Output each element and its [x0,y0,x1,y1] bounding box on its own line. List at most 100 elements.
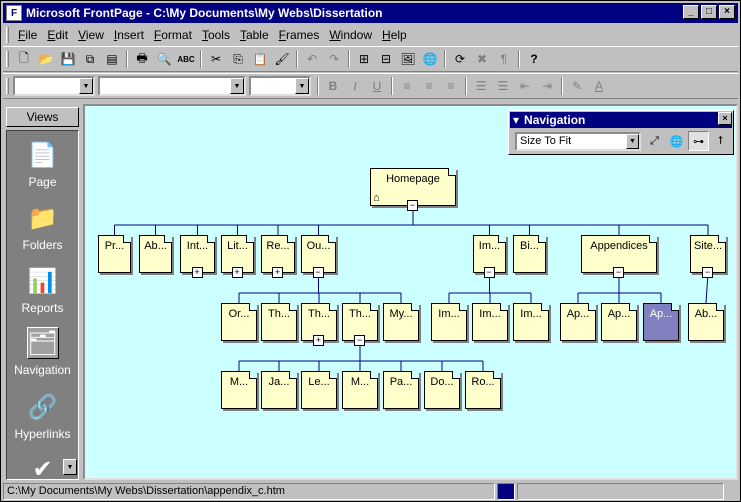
navigation-toolbar-title-bar[interactable]: ▾ Navigation [510,112,732,128]
up-level-icon[interactable]: ⭡ [710,131,731,151]
insert-picture-icon[interactable]: 🖼 [397,49,419,70]
insert-component-icon[interactable]: ⊞ [353,49,375,70]
menu-insert[interactable]: Insert [109,28,149,42]
expand-icon[interactable]: + [231,267,243,278]
page-node[interactable]: Ro... [465,371,501,409]
font-size-select[interactable]: ▼ [249,76,311,96]
frontpage-app-icon[interactable]: F [6,5,22,21]
menu-file[interactable]: File [13,28,42,42]
chevron-down-icon[interactable]: ▼ [295,78,309,94]
decrease-indent-icon[interactable]: ⇤ [514,76,536,97]
font-color-icon[interactable]: A [588,76,610,97]
insert-table-icon[interactable]: ⊟ [375,49,397,70]
page-node[interactable]: Im... [513,303,549,341]
publish-web-icon[interactable]: ⧉ [79,49,101,70]
collapse-icon[interactable]: − [613,267,624,278]
preview-icon[interactable]: 🔍 [153,49,175,70]
expand-icon[interactable]: + [191,267,203,278]
title-bar[interactable]: F Microsoft FrontPage - C:\My Documents\… [3,3,738,23]
close-icon[interactable]: × [718,112,732,125]
page-node[interactable]: Ab... [688,303,724,341]
cut-icon[interactable]: ✂ [205,49,227,70]
page-node[interactable]: My... [383,303,419,341]
minimize-button[interactable]: _ [683,5,699,19]
align-right-icon[interactable]: ≡ [440,76,462,97]
collapse-icon[interactable]: − [483,267,495,278]
increase-indent-icon[interactable]: ⇥ [536,76,558,97]
collapse-icon[interactable]: − [407,200,418,211]
numbered-list-icon[interactable]: ☰ [470,76,492,97]
format-painter-icon[interactable]: 🖌 [271,49,293,70]
portrait-landscape-icon[interactable]: ⊶ [688,131,709,151]
menu-window[interactable]: Window [324,28,377,42]
bold-button[interactable]: B [322,76,344,97]
expand-icon[interactable]: + [313,335,324,346]
menu-triangle-icon[interactable]: ▾ [513,112,519,128]
expand-icon[interactable]: + [272,267,283,278]
font-select[interactable]: ▼ [98,76,246,96]
italic-button[interactable]: I [344,76,366,97]
close-button[interactable]: × [719,5,735,19]
menubar-grip[interactable] [6,27,9,43]
chevron-down-icon[interactable]: ▼ [230,78,244,94]
open-folder-icon[interactable]: 📂 [35,49,57,70]
print-icon[interactable]: 🖶 [131,49,153,70]
new-page-icon[interactable]: 🗋 [13,49,35,70]
stop-icon[interactable]: ✖ [471,49,493,70]
view-page[interactable]: 📄 Page [7,139,78,190]
redo-icon[interactable]: ↷ [323,49,345,70]
page-node[interactable]: Ap... [601,303,637,341]
page-node[interactable]: Ap... [560,303,596,341]
page-node[interactable]: Im... [472,303,508,341]
page-node[interactable]: Th... [261,303,297,341]
refresh-icon[interactable]: ⟳ [449,49,471,70]
menu-view[interactable]: View [73,28,109,42]
toolbar-grip[interactable] [6,78,9,94]
view-navigation[interactable]: 🗂 Navigation [7,327,78,377]
menu-table[interactable]: Table [235,28,274,42]
page-node[interactable]: Ap... [643,303,679,341]
bullet-list-icon[interactable]: ☰ [492,76,514,97]
underline-button[interactable]: U [366,76,388,97]
copy-icon[interactable]: ⎘ [227,49,249,70]
page-node[interactable]: M... [221,371,257,409]
align-left-icon[interactable]: ≡ [396,76,418,97]
highlight-icon[interactable]: ✎ [566,76,588,97]
view-folders[interactable]: 📁 Folders [7,202,78,253]
collapse-icon[interactable]: − [354,335,365,346]
toolbar-grip[interactable] [6,51,9,67]
views-scroll-down-icon[interactable]: ▼ [63,459,77,475]
maximize-button[interactable]: □ [701,5,717,19]
menu-format[interactable]: Format [149,28,197,42]
chevron-down-icon[interactable]: ▼ [626,134,639,149]
page-node[interactable]: Bi... [513,235,546,273]
page-node[interactable]: Ja... [261,371,297,409]
paste-icon[interactable]: 📋 [249,49,271,70]
view-reports[interactable]: 📊 Reports [7,265,78,316]
collapse-icon[interactable]: − [702,267,713,278]
style-select[interactable]: ▼ [13,76,95,96]
page-node[interactable]: Pr... [98,235,131,273]
navigation-canvas[interactable]: Homepage ⌂ − Pr... Ab... Int... + Lit... + Re... +… [83,104,738,480]
web-globe-icon[interactable]: 🌐 [666,131,687,151]
views-header[interactable]: Views [6,107,79,127]
show-all-icon[interactable]: ¶ [493,49,515,70]
page-node[interactable]: Im... [431,303,467,341]
align-center-icon[interactable]: ≡ [418,76,440,97]
page-node[interactable]: Pa... [383,371,419,409]
zoom-select[interactable]: Size To Fit ▼ [515,132,641,151]
page-node[interactable]: Or... [221,303,257,341]
external-hyperlink-icon[interactable]: ⤢ [644,131,665,151]
collapse-icon[interactable]: − [312,267,324,278]
page-node[interactable]: M... [342,371,378,409]
undo-icon[interactable]: ↶ [301,49,323,70]
menu-tools[interactable]: Tools [197,28,235,42]
menu-frames[interactable]: Frames [274,28,325,42]
chevron-down-icon[interactable]: ▼ [79,78,93,94]
view-hyperlinks[interactable]: 🔗 Hyperlinks [7,391,78,442]
save-icon[interactable]: 💾 [57,49,79,70]
spelling-icon[interactable]: ABC [175,49,197,70]
menu-edit[interactable]: Edit [42,28,73,42]
page-node[interactable]: Do... [424,371,460,409]
help-icon[interactable]: ? [523,49,545,70]
